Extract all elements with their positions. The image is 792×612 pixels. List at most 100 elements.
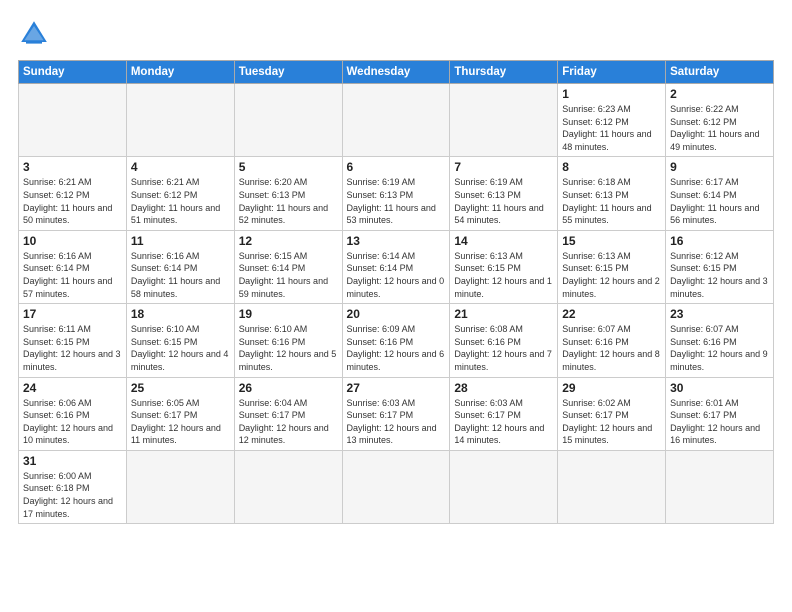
day-info: Sunrise: 6:22 AM Sunset: 6:12 PM Dayligh… xyxy=(670,103,769,153)
weekday-header-saturday: Saturday xyxy=(666,61,774,84)
calendar-cell: 24Sunrise: 6:06 AM Sunset: 6:16 PM Dayli… xyxy=(19,377,127,450)
day-number: 14 xyxy=(454,234,553,248)
calendar-cell xyxy=(450,450,558,523)
calendar-cell: 14 Sunrise: 6:13 AM Sunset: 6:15 PM Dayli… xyxy=(450,230,558,303)
calendar-week-row: 10Sunrise: 6:16 AM Sunset: 6:14 PM Dayli… xyxy=(19,230,774,303)
calendar-cell xyxy=(558,450,666,523)
day-number: 24 xyxy=(23,381,122,395)
day-info: Sunrise: 6:23 AM Sunset: 6:12 PM Dayligh… xyxy=(562,103,661,153)
calendar-cell: 1 Sunrise: 6:23 AM Sunset: 6:12 PM Daylig… xyxy=(558,84,666,157)
calendar-cell: 22 Sunrise: 6:07 AM Sunset: 6:16 PM Dayli… xyxy=(558,304,666,377)
calendar-week-row: 17Sunrise: 6:11 AM Sunset: 6:15 PM Dayli… xyxy=(19,304,774,377)
day-number: 27 xyxy=(347,381,446,395)
calendar-cell: 9 Sunrise: 6:17 AM Sunset: 6:14 PM Daylig… xyxy=(666,157,774,230)
day-info: Sunrise: 6:00 AM Sunset: 6:18 PM Dayligh… xyxy=(23,470,122,520)
calendar-cell: 27Sunrise: 6:03 AM Sunset: 6:17 PM Dayli… xyxy=(342,377,450,450)
page: SundayMondayTuesdayWednesdayThursdayFrid… xyxy=(0,0,792,534)
calendar-cell xyxy=(126,450,234,523)
weekday-header-monday: Monday xyxy=(126,61,234,84)
logo-icon xyxy=(18,18,50,50)
day-info: Sunrise: 6:04 AM Sunset: 6:17 PM Dayligh… xyxy=(239,397,338,447)
day-number: 17 xyxy=(23,307,122,321)
day-info: Sunrise: 6:02 AM Sunset: 6:17 PM Dayligh… xyxy=(562,397,661,447)
calendar-cell: 2 Sunrise: 6:22 AM Sunset: 6:12 PM Daylig… xyxy=(666,84,774,157)
day-info: Sunrise: 6:19 AM Sunset: 6:13 PM Dayligh… xyxy=(347,176,446,226)
day-info: Sunrise: 6:05 AM Sunset: 6:17 PM Dayligh… xyxy=(131,397,230,447)
calendar-cell: 3Sunrise: 6:21 AM Sunset: 6:12 PM Daylig… xyxy=(19,157,127,230)
day-number: 2 xyxy=(670,87,769,101)
calendar-cell xyxy=(342,450,450,523)
calendar-cell: 8 Sunrise: 6:18 AM Sunset: 6:13 PM Daylig… xyxy=(558,157,666,230)
day-info: Sunrise: 6:16 AM Sunset: 6:14 PM Dayligh… xyxy=(23,250,122,300)
day-info: Sunrise: 6:08 AM Sunset: 6:16 PM Dayligh… xyxy=(454,323,553,373)
calendar-cell: 6Sunrise: 6:19 AM Sunset: 6:13 PM Daylig… xyxy=(342,157,450,230)
day-info: Sunrise: 6:12 AM Sunset: 6:15 PM Dayligh… xyxy=(670,250,769,300)
day-number: 12 xyxy=(239,234,338,248)
day-number: 11 xyxy=(131,234,230,248)
calendar-cell: 23Sunrise: 6:07 AM Sunset: 6:16 PM Dayli… xyxy=(666,304,774,377)
day-number: 28 xyxy=(454,381,553,395)
weekday-header-tuesday: Tuesday xyxy=(234,61,342,84)
calendar-cell: 11 Sunrise: 6:16 AM Sunset: 6:14 PM Dayli… xyxy=(126,230,234,303)
calendar-week-row: 1 Sunrise: 6:23 AM Sunset: 6:12 PM Daylig… xyxy=(19,84,774,157)
calendar-cell xyxy=(450,84,558,157)
day-info: Sunrise: 6:17 AM Sunset: 6:14 PM Dayligh… xyxy=(670,176,769,226)
calendar-cell: 5Sunrise: 6:20 AM Sunset: 6:13 PM Daylig… xyxy=(234,157,342,230)
calendar-cell: 19Sunrise: 6:10 AM Sunset: 6:16 PM Dayli… xyxy=(234,304,342,377)
day-info: Sunrise: 6:03 AM Sunset: 6:17 PM Dayligh… xyxy=(454,397,553,447)
calendar-table: SundayMondayTuesdayWednesdayThursdayFrid… xyxy=(18,60,774,524)
calendar-cell: 26Sunrise: 6:04 AM Sunset: 6:17 PM Dayli… xyxy=(234,377,342,450)
calendar-cell xyxy=(19,84,127,157)
day-number: 7 xyxy=(454,160,553,174)
calendar-cell: 25 Sunrise: 6:05 AM Sunset: 6:17 PM Dayli… xyxy=(126,377,234,450)
header xyxy=(18,18,774,50)
day-number: 15 xyxy=(562,234,661,248)
calendar-cell xyxy=(234,84,342,157)
calendar-cell: 28 Sunrise: 6:03 AM Sunset: 6:17 PM Dayli… xyxy=(450,377,558,450)
calendar-cell: 17Sunrise: 6:11 AM Sunset: 6:15 PM Dayli… xyxy=(19,304,127,377)
calendar-cell: 30 Sunrise: 6:01 AM Sunset: 6:17 PM Dayli… xyxy=(666,377,774,450)
day-info: Sunrise: 6:16 AM Sunset: 6:14 PM Dayligh… xyxy=(131,250,230,300)
day-info: Sunrise: 6:07 AM Sunset: 6:16 PM Dayligh… xyxy=(562,323,661,373)
day-number: 22 xyxy=(562,307,661,321)
day-number: 29 xyxy=(562,381,661,395)
calendar-cell xyxy=(126,84,234,157)
day-number: 9 xyxy=(670,160,769,174)
calendar-cell xyxy=(342,84,450,157)
calendar-cell: 15 Sunrise: 6:13 AM Sunset: 6:15 PM Dayli… xyxy=(558,230,666,303)
day-info: Sunrise: 6:21 AM Sunset: 6:12 PM Dayligh… xyxy=(131,176,230,226)
day-number: 30 xyxy=(670,381,769,395)
day-info: Sunrise: 6:13 AM Sunset: 6:15 PM Dayligh… xyxy=(454,250,553,300)
day-number: 25 xyxy=(131,381,230,395)
logo xyxy=(18,18,54,50)
day-info: Sunrise: 6:13 AM Sunset: 6:15 PM Dayligh… xyxy=(562,250,661,300)
day-info: Sunrise: 6:21 AM Sunset: 6:12 PM Dayligh… xyxy=(23,176,122,226)
calendar-week-row: 31Sunrise: 6:00 AM Sunset: 6:18 PM Dayli… xyxy=(19,450,774,523)
day-number: 8 xyxy=(562,160,661,174)
calendar-cell: 16 Sunrise: 6:12 AM Sunset: 6:15 PM Dayli… xyxy=(666,230,774,303)
weekday-header-row: SundayMondayTuesdayWednesdayThursdayFrid… xyxy=(19,61,774,84)
day-info: Sunrise: 6:01 AM Sunset: 6:17 PM Dayligh… xyxy=(670,397,769,447)
day-number: 1 xyxy=(562,87,661,101)
calendar-cell: 13 Sunrise: 6:14 AM Sunset: 6:14 PM Dayli… xyxy=(342,230,450,303)
day-number: 16 xyxy=(670,234,769,248)
day-info: Sunrise: 6:10 AM Sunset: 6:15 PM Dayligh… xyxy=(131,323,230,373)
calendar-cell: 31Sunrise: 6:00 AM Sunset: 6:18 PM Dayli… xyxy=(19,450,127,523)
day-info: Sunrise: 6:18 AM Sunset: 6:13 PM Dayligh… xyxy=(562,176,661,226)
day-info: Sunrise: 6:19 AM Sunset: 6:13 PM Dayligh… xyxy=(454,176,553,226)
calendar-cell: 10Sunrise: 6:16 AM Sunset: 6:14 PM Dayli… xyxy=(19,230,127,303)
day-number: 18 xyxy=(131,307,230,321)
calendar-cell xyxy=(234,450,342,523)
day-number: 4 xyxy=(131,160,230,174)
day-info: Sunrise: 6:14 AM Sunset: 6:14 PM Dayligh… xyxy=(347,250,446,300)
calendar-cell: 7 Sunrise: 6:19 AM Sunset: 6:13 PM Daylig… xyxy=(450,157,558,230)
day-number: 23 xyxy=(670,307,769,321)
calendar-cell: 18 Sunrise: 6:10 AM Sunset: 6:15 PM Dayli… xyxy=(126,304,234,377)
calendar-week-row: 24Sunrise: 6:06 AM Sunset: 6:16 PM Dayli… xyxy=(19,377,774,450)
day-number: 21 xyxy=(454,307,553,321)
day-number: 20 xyxy=(347,307,446,321)
calendar-cell: 12Sunrise: 6:15 AM Sunset: 6:14 PM Dayli… xyxy=(234,230,342,303)
day-number: 13 xyxy=(347,234,446,248)
weekday-header-sunday: Sunday xyxy=(19,61,127,84)
day-number: 5 xyxy=(239,160,338,174)
